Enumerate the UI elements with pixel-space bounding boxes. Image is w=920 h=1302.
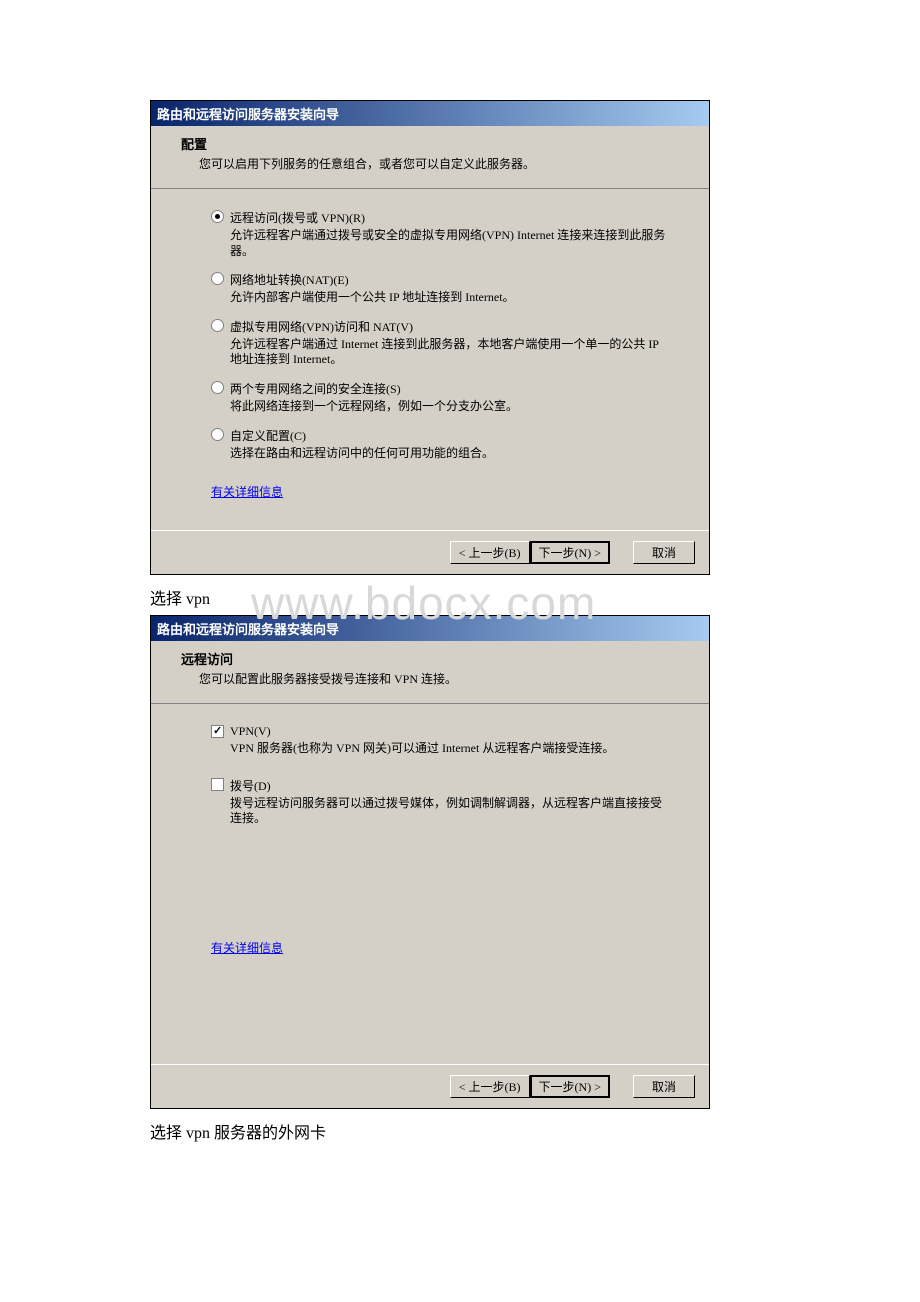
checkbox-label: 拨号(D) (230, 777, 271, 794)
checkbox-label: VPN(V) (230, 724, 271, 739)
dialog-content: 远程访问(拨号或 VPN)(R) 允许远程客户端通过拨号或安全的虚拟专用网络(V… (151, 189, 709, 530)
radio-icon (211, 428, 224, 441)
caption-select-nic: 选择 vpn 服务器的外网卡 (150, 1119, 770, 1143)
radio-icon (211, 319, 224, 332)
radio-remote-access[interactable]: 远程访问(拨号或 VPN)(R) (211, 209, 669, 226)
radio-label: 自定义配置(C) (230, 427, 306, 444)
checkbox-desc: VPN 服务器(也称为 VPN 网关)可以通过 Internet 从远程客户端接… (230, 741, 669, 757)
button-bar: < 上一步(B)下一步(N) > 取消 (151, 1064, 709, 1108)
next-button[interactable]: 下一步(N) > (530, 1075, 610, 1098)
header-desc: 您可以启用下列服务的任意组合，或者您可以自定义此服务器。 (199, 155, 679, 172)
checkbox-icon (211, 725, 224, 738)
more-info-link[interactable]: 有关详细信息 (211, 939, 283, 956)
back-button[interactable]: < 上一步(B) (450, 541, 530, 564)
radio-label: 远程访问(拨号或 VPN)(R) (230, 209, 365, 226)
radio-vpn-nat[interactable]: 虚拟专用网络(VPN)访问和 NAT(V) (211, 318, 669, 335)
radio-desc: 将此网络连接到一个远程网络，例如一个分支办公室。 (230, 399, 669, 415)
header-title: 远程访问 (181, 649, 679, 668)
caption-text: 选择 vpn (150, 591, 210, 608)
checkbox-icon (211, 778, 224, 791)
caption-select-vpn: 选择 vpn (150, 585, 770, 609)
cancel-button[interactable]: 取消 (633, 1075, 695, 1098)
radio-nat[interactable]: 网络地址转换(NAT)(E) (211, 271, 669, 288)
header-desc: 您可以配置此服务器接受拨号连接和 VPN 连接。 (199, 670, 679, 687)
radio-label: 网络地址转换(NAT)(E) (230, 271, 349, 288)
radio-label: 两个专用网络之间的安全连接(S) (230, 380, 401, 397)
dialog-title: 路由和远程访问服务器安装向导 (151, 101, 709, 126)
dialog-header: 配置 您可以启用下列服务的任意组合，或者您可以自定义此服务器。 (151, 126, 709, 189)
radio-icon (211, 272, 224, 285)
radio-icon (211, 381, 224, 394)
radio-custom-config[interactable]: 自定义配置(C) (211, 427, 669, 444)
radio-secure-connection[interactable]: 两个专用网络之间的安全连接(S) (211, 380, 669, 397)
cancel-button[interactable]: 取消 (633, 541, 695, 564)
wizard-dialog-config: 路由和远程访问服务器安装向导 配置 您可以启用下列服务的任意组合，或者您可以自定… (150, 100, 710, 575)
radio-desc: 允许远程客户端通过拨号或安全的虚拟专用网络(VPN) Internet 连接来连… (230, 228, 669, 259)
wizard-dialog-remote-access: www.bdocx.com 路由和远程访问服务器安装向导 远程访问 您可以配置此… (150, 615, 710, 1109)
radio-desc: 允许内部客户端使用一个公共 IP 地址连接到 Internet。 (230, 290, 669, 306)
checkbox-dialup[interactable]: 拨号(D) (211, 777, 669, 794)
more-info-link[interactable]: 有关详细信息 (211, 483, 283, 500)
dialog-title: 路由和远程访问服务器安装向导 (151, 616, 709, 641)
header-title: 配置 (181, 134, 679, 153)
radio-desc: 允许远程客户端通过 Internet 连接到此服务器，本地客户端使用一个单一的公… (230, 337, 669, 368)
radio-desc: 选择在路由和远程访问中的任何可用功能的组合。 (230, 446, 669, 462)
radio-label: 虚拟专用网络(VPN)访问和 NAT(V) (230, 318, 413, 335)
radio-icon (211, 210, 224, 223)
dialog-header: 远程访问 您可以配置此服务器接受拨号连接和 VPN 连接。 (151, 641, 709, 704)
button-bar: < 上一步(B)下一步(N) > 取消 (151, 530, 709, 574)
next-button[interactable]: 下一步(N) > (530, 541, 610, 564)
checkbox-desc: 拨号远程访问服务器可以通过拨号媒体，例如调制解调器，从远程客户端直接接受连接。 (230, 796, 669, 827)
dialog-content: VPN(V) VPN 服务器(也称为 VPN 网关)可以通过 Internet … (151, 704, 709, 1064)
checkbox-vpn[interactable]: VPN(V) (211, 724, 669, 739)
back-button[interactable]: < 上一步(B) (450, 1075, 530, 1098)
